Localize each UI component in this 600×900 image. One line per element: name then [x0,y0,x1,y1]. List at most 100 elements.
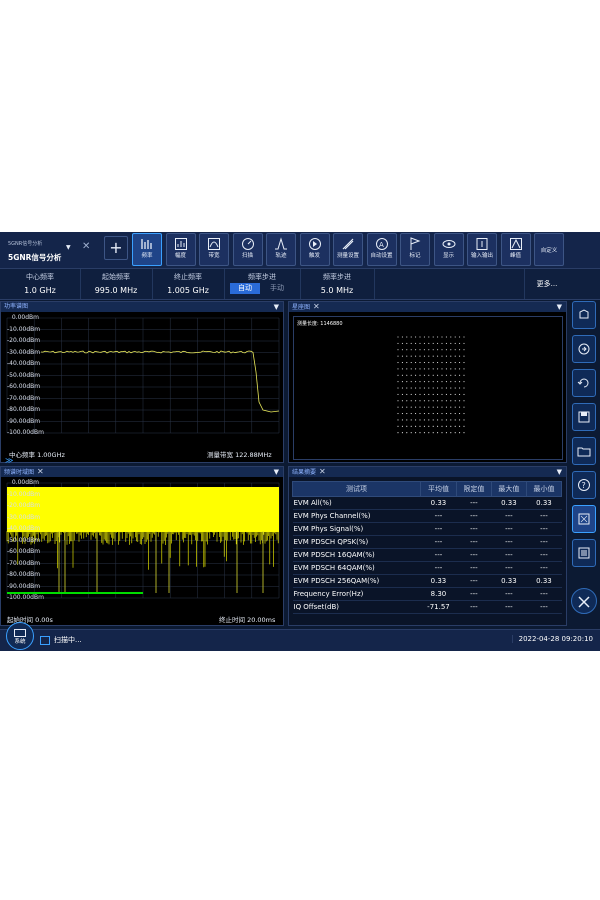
y-axis-label: -40.00dBm [7,525,41,532]
constellation-point [463,393,465,395]
app-selector[interactable]: 5GNR信号分析 5GNR信号分析 ▼ [4,234,78,266]
add-app-button[interactable]: + [104,236,128,260]
toolbar-button-meas-setup[interactable]: 测量设置 [333,233,363,266]
constellation-point [406,381,408,383]
constellation-menu-icon[interactable]: ▼ [557,302,562,312]
start-frequency-label: 起始频率 [102,273,130,281]
constellation-point [428,336,430,338]
sidebar-export-button[interactable] [572,539,596,567]
constellation-point [454,432,456,434]
constellation-point [445,406,447,408]
y-axis-label: -20.00dBm [7,337,41,344]
time-domain-title-bar: 频谱时域图 ✕ ▼ [1,467,283,477]
constellation-point [450,355,452,357]
table-row: EVM Phys Signal(%) --- --- --- --- [292,522,562,536]
results-header-cell: 最小值 [525,481,563,497]
sidebar-folder-button[interactable] [572,437,596,465]
constellation-point [445,432,447,434]
center-frequency-param[interactable]: 中心频率 1.0 GHz [0,269,81,299]
toolbar-button-marker[interactable]: 标记 [400,233,430,266]
y-axis-label: 0.00dBm [11,314,39,321]
sidebar-save-button[interactable] [572,403,596,431]
sidebar-save-trace-button[interactable] [572,301,596,329]
toolbar-button-trace[interactable]: 轨迹 [266,233,296,266]
constellation-point [463,425,465,427]
more-button[interactable]: 更多... [524,269,569,299]
constellation-point [401,432,403,434]
constellation-point [432,355,434,357]
spectrum-menu-icon[interactable]: ▼ [274,302,279,312]
constellation-panel: 星座图 ✕ ▼ 测量长度: 1146880 [288,301,567,463]
constellation-point [397,355,399,357]
constellation-point [423,381,425,383]
table-row: EVM PDSCH 16QAM(%) --- --- --- --- [292,548,562,562]
toolbar-button-label: 幅度 [174,253,186,259]
time-domain-menu-icon[interactable]: ▼ [274,467,279,477]
sidebar-tools-button[interactable] [571,588,597,614]
constellation-point [419,387,421,389]
start-frequency-param[interactable]: 起始频率 995.0 MHz [80,269,153,299]
time-domain-close-icon[interactable]: ✕ [37,467,44,476]
toolbar-button-bandwidth[interactable]: 带宽 [199,233,229,266]
table-row: EVM Phys Channel(%) --- --- --- --- [292,509,562,523]
table-row: EVM PDSCH 64QAM(%) --- --- --- --- [292,561,562,575]
constellation-point [459,381,461,383]
constellation-point [454,387,456,389]
constellation-point [445,336,447,338]
app-dropdown-icon[interactable]: ▼ [66,244,71,251]
constellation-point [463,349,465,351]
constellation-point [423,413,425,415]
constellation-point [423,361,425,364]
toolbar-button-input-output[interactable]: 输入输出 [467,233,497,266]
table-row: Frequency Error(Hz) 8.30 --- --- --- [292,587,562,601]
stop-frequency-param[interactable]: 终止频率 1.005 GHz [152,269,225,299]
collapse-icon[interactable]: ≫ [5,456,13,465]
constellation-point [463,355,465,357]
constellation-point [419,361,421,364]
sidebar-help-button[interactable]: ? [572,471,596,499]
constellation-close-icon[interactable]: ✕ [313,302,320,311]
constellation-point [428,406,430,408]
toolbar-button-auto-setup[interactable]: A 自动设置 [366,233,397,266]
custom-button[interactable]: 自定义 [534,233,564,266]
spectrum-center-text: 中心频率 1.00GHz [9,451,65,459]
constellation-point [450,419,452,421]
system-button[interactable]: 系统 [6,622,34,650]
close-app-icon[interactable]: ✕ [82,241,90,252]
toolbar-button-trigger[interactable]: 触发 [299,233,330,266]
frequency-step-mode-param: 频率步进 自动 手动 [224,269,301,299]
step-auto-button[interactable]: 自动 [230,283,260,294]
results-table: 测试项 平均值 限定值 最大值 最小值 EVM All(%) 0.33 --- 0.33 0.3… [291,481,563,614]
constellation-point [441,349,443,351]
constellation-point [459,413,461,415]
constellation-point [441,425,443,427]
toolbar-button-peak[interactable]: 峰值 [500,233,531,266]
constellation-point [428,425,430,427]
y-axis-label: -30.00dBm [7,348,41,356]
constellation-point [415,374,417,376]
result-value: --- [491,522,527,536]
sidebar-refresh-button[interactable] [572,369,596,397]
constellation-point [401,381,403,383]
toolbar-button-frequency[interactable]: 频率 [132,233,162,266]
constellation-point [437,374,439,376]
toolbar-button-label: 输入输出 [470,253,493,259]
constellation-point [459,349,461,351]
parameter-bar: 中心频率 1.0 GHz 起始频率 995.0 MHz 终止频率 1.005 G… [0,269,600,300]
results-menu-icon[interactable]: ▼ [557,467,562,477]
results-header-cell: 限定值 [455,481,492,497]
sidebar-recall-button[interactable] [572,335,596,363]
sidebar-screenshot-button[interactable] [572,505,596,533]
toolbar-button-display[interactable]: 显示 [433,233,464,266]
constellation-point [463,406,465,408]
center-frequency-value: 1.0 GHz [24,286,56,295]
step-manual-button[interactable]: 手动 [262,283,292,294]
results-close-icon[interactable]: ✕ [319,467,326,476]
toolbar-button-amplitude[interactable]: 幅度 [165,233,196,266]
constellation-point [410,413,412,415]
save-trace-icon [579,309,589,319]
frequency-step-param[interactable]: 频率步进 5.0 MHz [300,269,375,299]
toolbar-button-sweep[interactable]: 扫描 [232,233,263,266]
results-title: 结果摘要 [292,469,317,476]
constellation-point [401,336,403,338]
